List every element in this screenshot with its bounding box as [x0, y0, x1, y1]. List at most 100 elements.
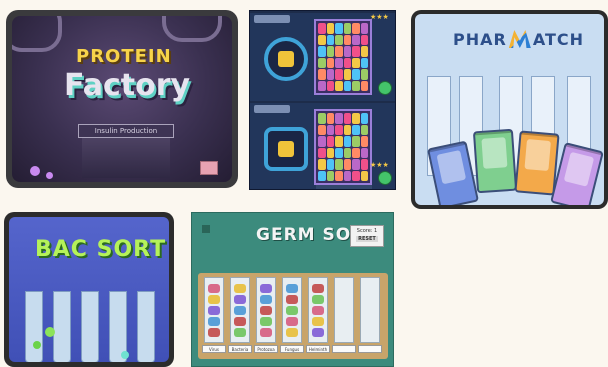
gem-tile[interactable]	[343, 159, 351, 170]
gem-tile[interactable]	[343, 170, 351, 181]
match-puzzle-tile[interactable]: ★★★ ★★★	[249, 10, 396, 190]
drug-card[interactable]	[472, 128, 518, 194]
gem-tile[interactable]	[360, 147, 368, 158]
gem-tile[interactable]	[343, 57, 351, 68]
gem-tile[interactable]	[360, 113, 368, 124]
gem-tile[interactable]	[326, 124, 334, 135]
gem-tile[interactable]	[318, 170, 326, 181]
gem-tile[interactable]	[326, 159, 334, 170]
drug-card[interactable]	[550, 142, 604, 205]
bacteria-icon	[45, 327, 55, 337]
gem-tile[interactable]	[326, 69, 334, 80]
gem-tile[interactable]	[326, 147, 334, 158]
gem-tile[interactable]	[360, 23, 368, 34]
gem-tile[interactable]	[318, 113, 326, 124]
gem-tile[interactable]	[326, 34, 334, 45]
gem-tile[interactable]	[352, 113, 360, 124]
gem-tile[interactable]	[352, 34, 360, 45]
germ-sort-tile[interactable]: GERM SORT Score: 1 RESET Virus Bacteria Pr…	[191, 212, 394, 367]
gem-tile[interactable]	[326, 46, 334, 57]
gem-tile[interactable]	[335, 80, 343, 91]
gem-tile[interactable]	[335, 159, 343, 170]
sort-tube[interactable]	[53, 291, 71, 362]
gem-tile[interactable]	[326, 57, 334, 68]
gem-tile[interactable]	[360, 69, 368, 80]
gem-tile[interactable]	[352, 23, 360, 34]
gem-tile[interactable]	[318, 69, 326, 80]
germ-tube[interactable]	[360, 277, 380, 343]
gem-grid[interactable]	[314, 109, 372, 185]
bac-sort-tile[interactable]: BAC SORT	[4, 212, 174, 367]
gem-tile[interactable]	[326, 23, 334, 34]
gem-tile[interactable]	[343, 69, 351, 80]
go-button[interactable]	[378, 81, 392, 95]
gem-tile[interactable]	[360, 34, 368, 45]
pharma-match-tile[interactable]: PHAR ATCH	[411, 10, 608, 209]
gem-grid[interactable]	[314, 19, 372, 95]
germ-tube[interactable]	[282, 277, 302, 343]
germ-tube[interactable]	[204, 277, 224, 343]
gem-tile[interactable]	[326, 80, 334, 91]
gem-tile[interactable]	[326, 113, 334, 124]
germ-tube[interactable]	[230, 277, 250, 343]
gem-tile[interactable]	[318, 57, 326, 68]
gem-tile[interactable]	[360, 124, 368, 135]
gem-tile[interactable]	[352, 69, 360, 80]
gem-tile[interactable]	[318, 23, 326, 34]
gem-tile[interactable]	[318, 34, 326, 45]
gem-tile[interactable]	[360, 80, 368, 91]
gem-tile[interactable]	[352, 136, 360, 147]
gem-tile[interactable]	[326, 170, 334, 181]
gem-tile[interactable]	[343, 23, 351, 34]
germ-tube[interactable]	[308, 277, 328, 343]
gem-tile[interactable]	[318, 136, 326, 147]
gem-tile[interactable]	[343, 124, 351, 135]
germ-icon	[208, 284, 220, 293]
gem-tile[interactable]	[352, 124, 360, 135]
gem-tile[interactable]	[335, 147, 343, 158]
gem-tile[interactable]	[352, 57, 360, 68]
gem-tile[interactable]	[318, 147, 326, 158]
germ-tube[interactable]	[334, 277, 354, 343]
gem-tile[interactable]	[360, 170, 368, 181]
gem-tile[interactable]	[335, 113, 343, 124]
gem-tile[interactable]	[360, 136, 368, 147]
gem-tile[interactable]	[352, 170, 360, 181]
gem-tile[interactable]	[335, 23, 343, 34]
sort-tube[interactable]	[25, 291, 43, 362]
gem-tile[interactable]	[352, 46, 360, 57]
gem-tile[interactable]	[352, 159, 360, 170]
gem-tile[interactable]	[360, 46, 368, 57]
gem-tile[interactable]	[318, 124, 326, 135]
sort-tube[interactable]	[81, 291, 99, 362]
gem-tile[interactable]	[360, 159, 368, 170]
m-logo-icon	[508, 30, 531, 48]
gem-tile[interactable]	[335, 34, 343, 45]
gem-tile[interactable]	[335, 46, 343, 57]
germ-tube[interactable]	[256, 277, 276, 343]
gem-tile[interactable]	[343, 147, 351, 158]
gem-tile[interactable]	[343, 46, 351, 57]
gem-tile[interactable]	[343, 80, 351, 91]
go-button[interactable]	[378, 171, 392, 185]
gem-tile[interactable]	[335, 136, 343, 147]
gem-tile[interactable]	[352, 147, 360, 158]
gem-tile[interactable]	[326, 136, 334, 147]
gem-tile[interactable]	[343, 113, 351, 124]
reset-button[interactable]: RESET	[356, 236, 378, 242]
tube-label	[358, 345, 382, 353]
drug-card[interactable]	[514, 130, 560, 196]
gem-tile[interactable]	[352, 80, 360, 91]
protein-factory-tile[interactable]: PROTEIN Factory Insulin Production	[6, 10, 238, 188]
gem-tile[interactable]	[318, 80, 326, 91]
gem-tile[interactable]	[335, 124, 343, 135]
gem-tile[interactable]	[335, 69, 343, 80]
gem-tile[interactable]	[360, 57, 368, 68]
gem-tile[interactable]	[343, 136, 351, 147]
gem-tile[interactable]	[343, 34, 351, 45]
gem-tile[interactable]	[318, 159, 326, 170]
gem-tile[interactable]	[335, 57, 343, 68]
gem-tile[interactable]	[318, 46, 326, 57]
sort-tube[interactable]	[137, 291, 155, 362]
gem-tile[interactable]	[335, 170, 343, 181]
